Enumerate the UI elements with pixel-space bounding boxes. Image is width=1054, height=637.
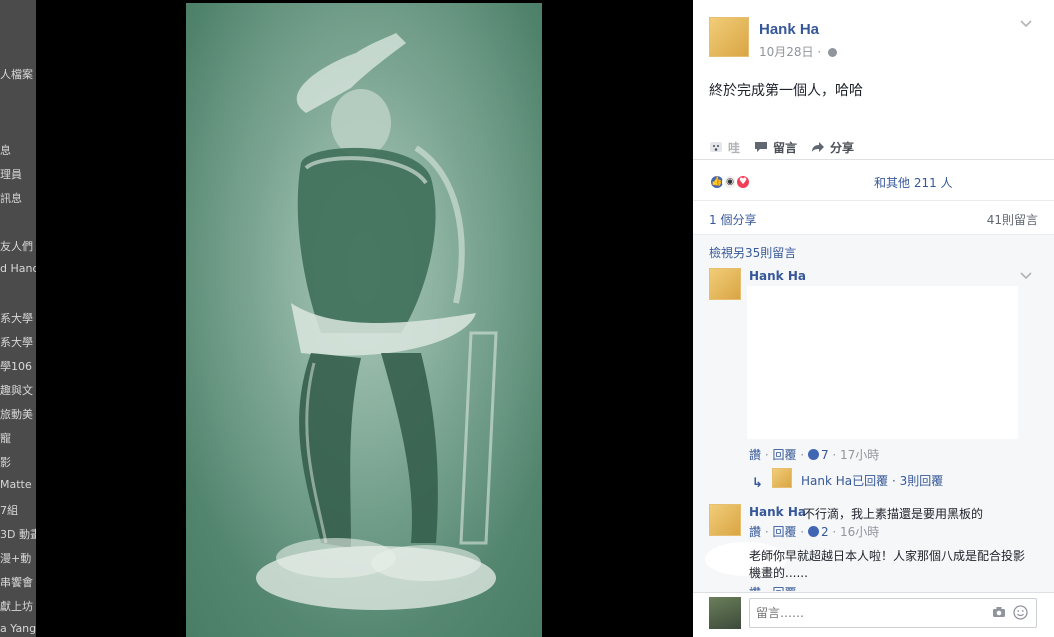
background-nav-item: 訊息 (0, 192, 22, 205)
reactions-summary[interactable]: 👍 ◉ ♥ 和其他 211 人 (709, 172, 953, 192)
background-nav-item: 3D 動畫 (0, 528, 36, 541)
reply-summary-link[interactable]: Hank Ha已回覆 · 3則回覆 (801, 472, 943, 489)
current-user-avatar (709, 597, 741, 629)
share-label: 分享 (830, 140, 855, 155)
comment-time[interactable]: 17小時 (840, 448, 879, 462)
background-nav-item: 影 (0, 456, 11, 469)
background-nav-item: 學106 (0, 360, 32, 373)
post-text: 終於完成第一個人，哈哈 (709, 83, 863, 99)
like-badge-icon (807, 449, 819, 460)
divider (693, 200, 1054, 201)
comments-section: 檢視另35則留言 Hank Ha 讚 · 回覆 · 7 · 17小時 ↳ Han… (693, 235, 1054, 592)
comment-author[interactable]: Hank Ha (749, 269, 806, 283)
background-nav-item: 串饗會 (0, 576, 33, 589)
background-nav-item: 人檔案 (0, 68, 33, 81)
comment-input[interactable] (750, 599, 970, 627)
like-count[interactable]: 2 (821, 525, 829, 539)
chevron-down-icon[interactable] (1020, 20, 1032, 28)
camera-icon[interactable] (992, 606, 1006, 618)
comment-count[interactable]: 41則留言 (987, 211, 1038, 228)
divider (693, 159, 1054, 160)
reply-link[interactable]: 回覆 (772, 525, 796, 539)
background-nav-item: 旅動美 (0, 408, 33, 421)
comment-label: 留言 (773, 140, 798, 155)
like-link[interactable]: 讚 (749, 586, 761, 591)
chalk-figure-drawing (186, 3, 542, 637)
background-nav-item: 寵 (0, 432, 11, 445)
share-button[interactable]: 分享 (811, 139, 854, 156)
globe-icon (828, 48, 838, 57)
reply-link[interactable]: 回覆 (772, 586, 796, 591)
post-author-name[interactable]: Hank Ha (759, 21, 819, 38)
author-avatar[interactable] (709, 17, 749, 57)
date-separator: · (817, 45, 822, 59)
background-nav-item: 友人們 (0, 240, 33, 253)
view-more-comments-link[interactable]: 檢視另35則留言 (709, 244, 796, 261)
wow-button[interactable]: 哇 (709, 139, 740, 156)
background-nav-item: 系大學 (0, 312, 33, 325)
comment-text: 不行滴，我上素描還是要用黑板的 (803, 507, 984, 521)
post-date: 10月28日 · (759, 43, 838, 60)
background-nav-item: 趣與文 (0, 384, 33, 397)
comment-bubble-icon (755, 142, 768, 152)
background-nav-item: d Hand (0, 262, 36, 275)
comment-text: 老師你早就超越日本人啦！人家那個八成是配合投影機畫的...... (749, 549, 1026, 580)
comment-button[interactable]: 留言 (754, 139, 797, 156)
post-date-text[interactable]: 10月28日 (759, 45, 814, 59)
like-badge-icon (807, 526, 819, 537)
like-count[interactable]: 7 (821, 448, 829, 462)
action-bar: 哇 留言 分享 (709, 137, 1038, 157)
background-nav-item: Matte (0, 478, 32, 491)
reply-link[interactable]: 回覆 (772, 448, 796, 462)
background-nav-item: 漫+動 (0, 552, 32, 565)
wow-face-icon (710, 142, 722, 152)
reaction-count-text[interactable]: 和其他 211 人 (874, 174, 953, 191)
emoji-icon[interactable] (1013, 605, 1028, 620)
chalkboard-drawing-photo[interactable] (186, 3, 542, 637)
comment-avatar[interactable] (709, 504, 741, 536)
comment-meta: 讚 · 回覆 · 2 · 16小時 (749, 525, 880, 539)
like-link[interactable]: 讚 (749, 525, 761, 539)
comment-meta-clipped: 讚 · 回覆 (749, 584, 796, 591)
comment-time[interactable]: 16小時 (840, 525, 879, 539)
comment-meta: 讚 · 回覆 · 7 · 17小時 (749, 448, 880, 462)
share-arrow-icon (812, 142, 825, 152)
comment-avatar[interactable] (709, 268, 741, 300)
like-link[interactable]: 讚 (749, 448, 761, 462)
redacted-names (760, 175, 872, 189)
chevron-down-icon[interactable] (1020, 272, 1032, 280)
background-nav-item: a Yang (0, 622, 36, 635)
background-nav-item: 獻上坊 (0, 600, 33, 613)
comment-input-box[interactable] (749, 598, 1037, 628)
divider (693, 592, 1054, 593)
photo-viewer (36, 0, 693, 637)
love-reaction-icon: ♥ (735, 174, 751, 190)
background-nav-item: 息 (0, 144, 11, 157)
background-nav-item: 系大學 (0, 336, 33, 349)
reply-avatar (772, 468, 792, 488)
comment-author[interactable]: Hank Ha (749, 505, 806, 519)
post-panel: Hank Ha 10月28日 · 終於完成第一個人，哈哈 哇 留言 分享 👍 ◉… (693, 0, 1054, 637)
background-nav-item: 7組 (0, 504, 18, 517)
share-count[interactable]: 1 個分享 (709, 211, 756, 228)
reply-arrow-icon: ↳ (752, 476, 763, 491)
background-nav-item: 理員 (0, 168, 22, 181)
comment-attachment-image[interactable] (747, 286, 1018, 439)
background-page-strip: 人檔案息理員 訊息 友人們 d Hand 系大學 系大學 學106 趣與文 旅動美寵影 Matte… (0, 0, 36, 637)
wow-label: 哇 (728, 140, 741, 155)
